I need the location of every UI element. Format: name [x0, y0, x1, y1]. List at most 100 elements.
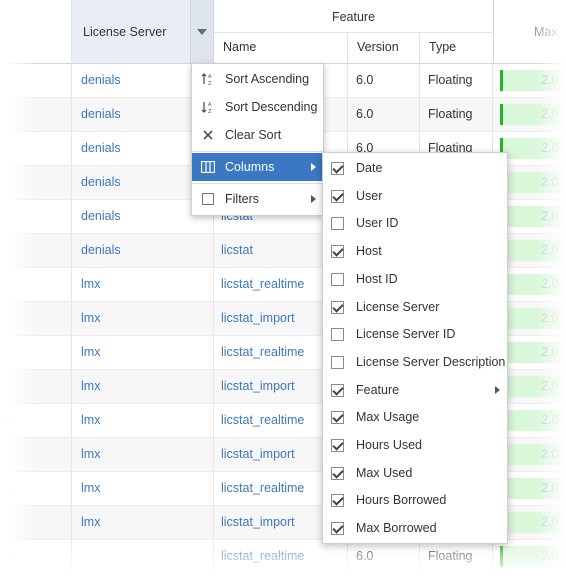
column-toggle-label: Feature: [356, 382, 400, 397]
feature-version-cell: 6.0: [348, 64, 420, 97]
checked-checkbox-icon[interactable]: [331, 189, 344, 203]
license-server-cell[interactable]: lmx: [72, 506, 214, 539]
column-toggle-item[interactable]: User: [323, 182, 507, 210]
checked-checkbox-icon[interactable]: [331, 162, 344, 175]
column-toggle-label: Max Usage: [356, 410, 420, 425]
checked-checkbox-icon[interactable]: [331, 522, 344, 536]
row-stub-cell: [0, 336, 72, 369]
column-toggle-label: User: [356, 188, 383, 203]
column-toggle-label: License Server ID: [356, 327, 456, 342]
table-row[interactable]: -2 licstat_realtime 6.0 Floating 2.0: [0, 540, 566, 574]
column-toggle-label: Hours Borrowed: [356, 493, 447, 508]
row-stub-cell: -: [0, 64, 72, 97]
unchecked-checkbox-icon[interactable]: [331, 272, 344, 286]
column-toggle-item[interactable]: Date: [323, 154, 507, 182]
license-server-cell[interactable]: lmx: [72, 268, 214, 301]
unchecked-checkbox-icon[interactable]: [331, 355, 344, 369]
sort-descending-icon: AZ: [201, 93, 215, 121]
menu-sort-ascending-label: Sort Ascending: [225, 72, 310, 86]
max-usage-bar: 2.0: [500, 274, 566, 295]
checked-checkbox-icon[interactable]: [331, 300, 344, 314]
column-toggle-label: Hours Used: [356, 438, 422, 452]
svg-text:Z: Z: [208, 109, 212, 114]
close-icon: [201, 121, 215, 149]
header-name[interactable]: Name: [214, 33, 348, 63]
column-toggle-label: Date: [356, 161, 383, 175]
header-type[interactable]: Type: [420, 33, 493, 63]
checked-checkbox-icon[interactable]: [331, 411, 344, 425]
row-stub-cell: [0, 132, 72, 165]
header-max[interactable]: Max: [493, 0, 566, 64]
checked-checkbox-icon[interactable]: [331, 439, 344, 452]
header-version[interactable]: Version: [348, 33, 420, 63]
max-usage-bar: 2.0: [500, 206, 566, 227]
license-server-cell[interactable]: lmx: [72, 472, 214, 505]
column-toggle-item[interactable]: Max Usage: [323, 403, 507, 431]
svg-text:A: A: [208, 74, 212, 80]
max-usage-bar: 2.0: [500, 410, 566, 431]
license-server-cell[interactable]: lmx: [72, 336, 214, 369]
max-usage-bar: 2.0: [500, 512, 566, 533]
column-toggle-label: Host: [356, 244, 382, 259]
header-feature-label: Feature: [214, 0, 493, 33]
row-stub-cell: [0, 234, 72, 267]
row-stub-cell: [0, 302, 72, 335]
row-stub-cell: -2: [0, 540, 72, 573]
menu-sort-descending[interactable]: AZ Sort Descending: [192, 93, 323, 121]
column-toggle-item[interactable]: Hours Used: [323, 431, 507, 459]
checked-checkbox-icon[interactable]: [331, 245, 344, 259]
max-usage-bar: 2.0: [500, 172, 566, 193]
row-stub-cell: [0, 370, 72, 403]
feature-version-cell: 6.0: [348, 98, 420, 131]
column-toggle-item[interactable]: Feature: [323, 376, 507, 404]
license-server-cell[interactable]: lmx: [72, 438, 214, 471]
column-toggle-item[interactable]: User ID: [323, 209, 507, 237]
column-toggle-label: License Server: [356, 299, 440, 314]
column-toggle-item[interactable]: Host: [323, 237, 507, 265]
license-server-cell[interactable]: lmx: [72, 302, 214, 335]
column-toggle-item[interactable]: License Server ID: [323, 320, 507, 348]
column-toggle-item[interactable]: License Server Description: [323, 348, 507, 376]
chevron-right-icon: [311, 195, 316, 203]
column-toggle-label: Max Borrowed: [356, 521, 437, 536]
checked-checkbox-icon[interactable]: [331, 466, 344, 480]
checked-checkbox-icon[interactable]: [331, 383, 344, 397]
menu-columns[interactable]: Columns: [192, 153, 323, 181]
column-toggle-item[interactable]: Hours Borrowed: [323, 486, 507, 514]
max-usage-cell: 2.0: [493, 64, 566, 97]
column-toggle-label: User ID: [356, 216, 399, 231]
license-server-cell[interactable]: [72, 540, 214, 573]
max-usage-bar: 2.0: [500, 478, 566, 499]
column-toggle-item[interactable]: Max Borrowed: [323, 514, 507, 542]
filter-checkbox-icon: [201, 185, 215, 213]
column-toggle-item[interactable]: License Server: [323, 293, 507, 321]
checked-checkbox-icon[interactable]: [331, 494, 344, 508]
menu-filters[interactable]: Filters: [192, 185, 323, 213]
chevron-down-icon: [197, 28, 207, 35]
max-usage-cell: 2.0: [493, 540, 566, 573]
chevron-right-icon: [311, 163, 316, 171]
column-toggle-label: Max Used: [356, 465, 413, 480]
max-usage-bar: 2.0: [500, 444, 566, 465]
column-menu-button[interactable]: [190, 0, 213, 63]
header-license-server[interactable]: License Server: [72, 0, 214, 64]
column-toggle-item[interactable]: Host ID: [323, 265, 507, 293]
feature-name-cell[interactable]: licstat_realtime: [214, 540, 348, 573]
column-menu: AZ Sort Ascending AZ Sort Descending Cle…: [191, 63, 324, 216]
max-usage-bar: 2.0: [500, 546, 566, 567]
license-server-cell[interactable]: lmx: [72, 404, 214, 437]
max-usage-bar: 2.0: [500, 70, 566, 91]
menu-filters-label: Filters: [225, 192, 260, 206]
feature-type-cell: Floating: [420, 540, 493, 573]
menu-clear-sort[interactable]: Clear Sort: [192, 121, 323, 149]
row-stub-cell: y: [0, 98, 72, 131]
unchecked-checkbox-icon[interactable]: [331, 328, 344, 342]
license-server-cell[interactable]: denials: [72, 234, 214, 267]
unchecked-checkbox-icon[interactable]: [331, 217, 344, 231]
menu-columns-label: Columns: [225, 160, 275, 174]
column-toggle-item[interactable]: Max Used: [323, 459, 507, 487]
menu-sort-ascending[interactable]: AZ Sort Ascending: [192, 65, 323, 93]
license-server-cell[interactable]: lmx: [72, 370, 214, 403]
row-stub-cell: [0, 166, 72, 199]
max-usage-bar: 2.0: [500, 376, 566, 397]
